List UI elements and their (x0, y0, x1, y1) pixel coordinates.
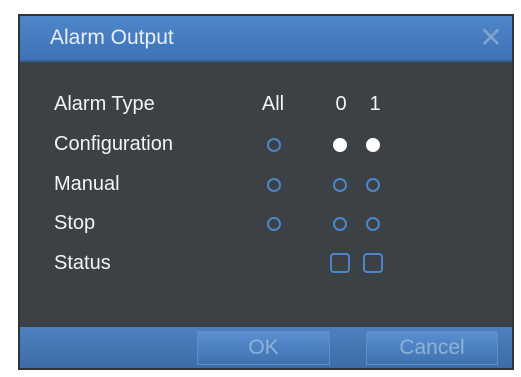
status-label: Status (54, 252, 111, 274)
stop-ch0-radio[interactable] (333, 217, 347, 231)
status-indicator-1 (363, 253, 383, 273)
manual-all-radio[interactable] (267, 178, 281, 192)
column-header-0: 0 (335, 93, 347, 115)
column-header-all: All (261, 93, 285, 115)
configuration-ch1-radio[interactable] (366, 138, 380, 152)
titlebar: Alarm Output ✕ (20, 16, 512, 62)
status-indicator-0 (330, 253, 350, 273)
manual-label: Manual (54, 173, 120, 195)
column-header-1: 1 (369, 93, 381, 115)
configuration-ch0-radio[interactable] (333, 138, 347, 152)
close-icon[interactable]: ✕ (476, 23, 506, 53)
stop-label: Stop (54, 212, 96, 234)
manual-ch0-radio[interactable] (333, 178, 347, 192)
manual-ch1-radio[interactable] (366, 178, 380, 192)
stop-ch1-radio[interactable] (366, 217, 380, 231)
stop-all-radio[interactable] (267, 217, 281, 231)
alarm-type-label: Alarm Type (54, 93, 155, 115)
button-bar: OK Cancel (20, 327, 512, 368)
cancel-button[interactable]: Cancel (366, 331, 498, 365)
dialog-title: Alarm Output (50, 26, 174, 49)
configuration-all-radio[interactable] (267, 138, 281, 152)
configuration-label: Configuration (54, 133, 173, 155)
alarm-output-dialog: Alarm Output ✕ Alarm Type All 0 1 Config… (18, 14, 514, 370)
ok-button[interactable]: OK (197, 331, 330, 365)
